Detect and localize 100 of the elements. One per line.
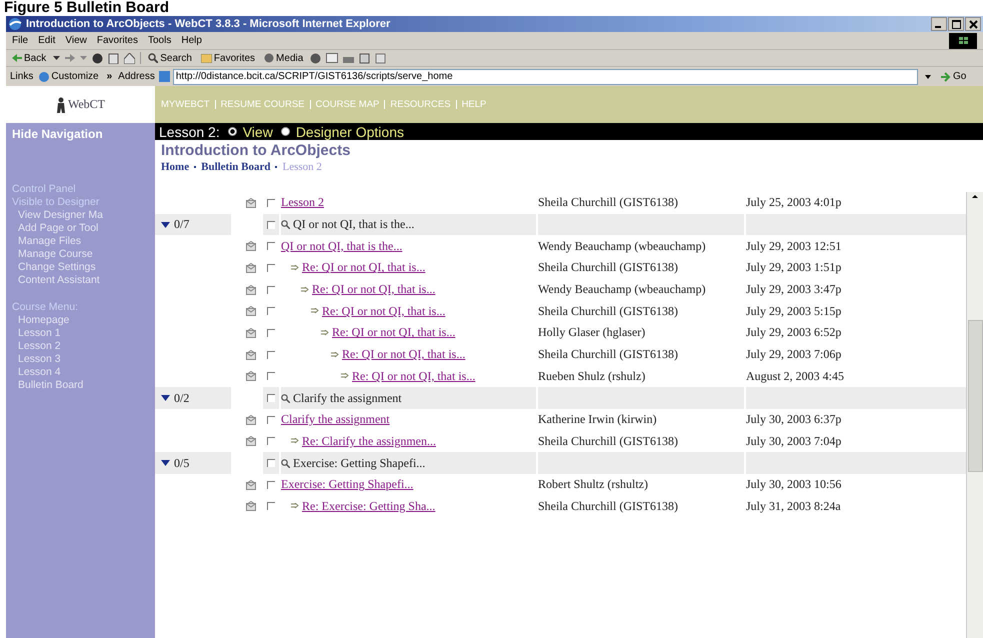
message-link[interactable]: Re: QI or not QI, that is... <box>342 347 466 362</box>
envelope-icon <box>246 480 256 490</box>
post-date: July 31, 2003 8:24a <box>746 498 841 514</box>
author-name: Robert Shultz (rshultz) <box>538 477 648 492</box>
message-link[interactable]: Re: QI or not QI, that is... <box>332 325 456 340</box>
reply-arrow-icon <box>321 330 329 336</box>
go-arrow-icon <box>941 72 951 82</box>
post-date: July 29, 2003 5:15p <box>746 304 842 319</box>
magnifier-icon[interactable] <box>281 220 290 230</box>
author-name: Sheila Churchill (GIST6138) <box>538 260 678 276</box>
customize-link[interactable]: Customize <box>37 69 101 84</box>
post-date: July 25, 2003 4:01p <box>746 195 842 210</box>
envelope-icon <box>246 371 256 382</box>
message-count: 0/2 <box>174 390 190 406</box>
magnifier-icon[interactable] <box>281 394 290 403</box>
reply-arrow-icon <box>301 286 309 293</box>
forward-arrow-icon[interactable] <box>65 54 76 62</box>
maximize-button[interactable] <box>948 17 964 31</box>
expand-triangle-icon[interactable] <box>161 460 170 466</box>
message-link[interactable]: Re: QI or not QI, that is... <box>302 260 426 276</box>
home-icon[interactable] <box>124 52 136 64</box>
post-date: July 30, 2003 6:37p <box>746 412 842 428</box>
envelope-icon <box>246 284 256 295</box>
close-button[interactable] <box>965 17 981 31</box>
browser-icon <box>8 17 22 31</box>
envelope-icon <box>246 328 256 338</box>
window-title: Introduction to ArcObjects - WebCT 3.8.3 - Microsoft Internet Explorer <box>26 18 390 30</box>
back-button[interactable]: Back <box>10 50 48 66</box>
address-field[interactable]: http://0distance.bcit.ca/SCRIPT/GIST6136/scripts/serve_home <box>172 68 918 84</box>
breadcrumb-link[interactable]: Home <box>161 160 190 172</box>
reply-arrow-icon <box>291 503 299 510</box>
message-link[interactable]: Re: Clarify the assignmen... <box>302 434 436 449</box>
figure-logo-icon <box>56 96 66 112</box>
favorites-button[interactable]: Favorites <box>198 50 258 66</box>
minimize-button[interactable] <box>931 17 947 31</box>
envelope-icon <box>246 350 256 360</box>
message-link[interactable]: Re: Exercise: Getting Sha... <box>302 498 436 514</box>
post-date: July 29, 2003 3:47p <box>746 282 842 298</box>
envelope-icon <box>246 198 256 208</box>
menu-item[interactable]: Tools <box>148 35 172 46</box>
lesson-label: Lesson 2: <box>159 124 220 140</box>
reply-arrow-icon <box>331 352 339 358</box>
reply-arrow-icon <box>291 438 299 444</box>
links-label: Links <box>10 71 34 82</box>
post-date: August 2, 2003 4:45 <box>746 368 844 384</box>
menu-item[interactable]: View <box>65 35 87 46</box>
author-name: Sheila Churchill (GIST6138) <box>538 304 678 319</box>
message-count: 0/7 <box>174 217 190 232</box>
search-icon <box>148 53 158 63</box>
checkbox[interactable] <box>267 459 275 468</box>
envelope-icon <box>246 306 256 316</box>
author-name: Wendy Beauchamp (wbeauchamp) <box>538 238 706 254</box>
post-date: July 29, 2003 1:51p <box>746 260 842 276</box>
menu-item[interactable]: File <box>12 35 28 46</box>
checkbox[interactable] <box>267 220 275 229</box>
envelope-icon <box>246 501 256 512</box>
reply-arrow-icon <box>291 264 299 271</box>
more-links-button[interactable]: » <box>104 69 114 84</box>
message-link[interactable]: Clarify the assignment <box>281 412 390 428</box>
post-date: July 29, 2003 6:52p <box>746 325 842 340</box>
media-button[interactable]: Media <box>262 50 306 66</box>
scrollbar[interactable] <box>966 192 983 638</box>
dropdown-arrow-icon[interactable] <box>53 56 60 60</box>
author-name: Sheila Churchill (GIST6138) <box>538 347 678 362</box>
menu-item[interactable]: Edit <box>38 35 56 46</box>
message-link[interactable]: QI or not QI, that is the... <box>281 238 402 254</box>
message-link[interactable]: Re: QI or not QI, that is... <box>352 368 476 384</box>
expand-triangle-icon[interactable] <box>161 395 170 402</box>
expand-triangle-icon[interactable] <box>161 222 170 228</box>
message-link[interactable]: Lesson 2 <box>281 195 324 210</box>
view-option[interactable]: View <box>228 124 273 140</box>
post-date: July 29, 2003 7:06p <box>746 347 842 362</box>
message-link[interactable]: Re: QI or not QI, that is... <box>322 304 446 319</box>
logo-text: WebCT <box>68 97 106 112</box>
figure-caption: Figure 5 Bulletin Board <box>3 0 170 16</box>
reply-arrow-icon <box>341 373 349 380</box>
message-link[interactable]: Exercise: Getting Shapefi... <box>281 477 414 492</box>
view-option[interactable]: Designer Options <box>280 124 404 140</box>
author-name: Wendy Beauchamp (wbeauchamp) <box>538 282 706 298</box>
envelope-icon <box>246 436 256 446</box>
envelope-icon <box>246 262 256 273</box>
menu-item[interactable]: Favorites <box>96 35 138 46</box>
magnifier-icon[interactable] <box>281 458 290 468</box>
go-button[interactable]: Go <box>939 69 979 84</box>
author-name: Sheila Churchill (GIST6138) <box>538 498 678 514</box>
post-date: July 30, 2003 10:56 <box>746 477 842 492</box>
scrollbar-thumb[interactable] <box>968 320 982 472</box>
course-title: Introduction to ArcObjects <box>160 141 352 159</box>
author-name: Sheila Churchill (GIST6138) <box>538 195 678 210</box>
menu-item[interactable]: Help <box>181 35 202 46</box>
radio-button[interactable] <box>228 127 237 136</box>
close-icon <box>968 20 978 28</box>
checkbox[interactable] <box>267 394 275 402</box>
breadcrumb-link[interactable]: Bulletin Board <box>201 160 270 172</box>
message-link[interactable]: Re: QI or not QI, that is... <box>312 282 436 298</box>
message-count: 0/5 <box>174 456 190 471</box>
back-arrow-icon <box>12 54 22 62</box>
search-button[interactable]: Search <box>146 50 194 66</box>
radio-button[interactable] <box>280 127 290 136</box>
post-date: July 29, 2003 12:51 <box>746 238 842 254</box>
